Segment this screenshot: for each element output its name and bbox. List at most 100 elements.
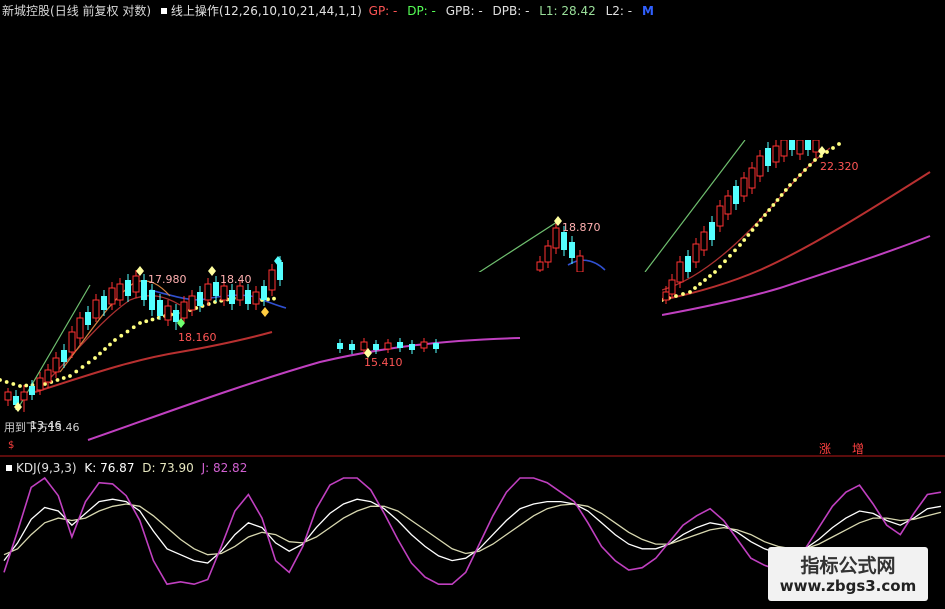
candle-body xyxy=(733,186,739,204)
ma-dot xyxy=(113,338,117,342)
l2-value: L2: - xyxy=(605,4,633,18)
ma-dot xyxy=(24,383,29,388)
ma-dot xyxy=(798,173,802,177)
candle-body xyxy=(125,280,131,296)
ma-dot xyxy=(144,319,149,324)
ma-dot xyxy=(55,378,60,382)
ma-dot xyxy=(779,193,784,197)
kdj-d-value: D: 73.90 xyxy=(142,461,194,475)
candle-body xyxy=(420,341,428,349)
candle-body xyxy=(433,343,439,349)
ma-dot xyxy=(723,259,727,264)
ma-dot xyxy=(837,142,841,146)
candle-body xyxy=(780,139,788,157)
ma-dot xyxy=(767,208,772,212)
ma-dot xyxy=(119,333,124,338)
ma-dot xyxy=(43,382,47,386)
ma-dot xyxy=(11,382,16,386)
candle-body xyxy=(373,344,379,350)
ma-dot xyxy=(831,146,835,150)
gp-value: GP: - xyxy=(368,4,398,18)
zeng-label: 增 xyxy=(852,442,865,456)
price-label-22320: 22.320 xyxy=(820,160,859,173)
candle-body xyxy=(796,139,804,155)
candle-body xyxy=(132,275,140,293)
candle-body xyxy=(20,391,28,401)
dp-value: DP: - xyxy=(407,4,436,18)
zhang-label: 涨 xyxy=(819,442,832,456)
ma-dot xyxy=(61,376,66,380)
kdj-dot-icon xyxy=(6,465,12,471)
ma-dot xyxy=(80,365,85,369)
candle-body xyxy=(349,344,355,350)
occlusion-top-right xyxy=(533,0,945,140)
candle-body xyxy=(204,283,212,301)
candle-body xyxy=(748,167,756,189)
candle-body xyxy=(662,291,670,301)
price-label-1346: 13.46 xyxy=(30,419,62,432)
period-label: (日线 前复权 对数) xyxy=(50,4,152,18)
candle-body xyxy=(724,195,732,215)
candle-body xyxy=(92,299,100,319)
candle-body xyxy=(384,342,392,350)
indicator-params: (12,26,10,10,21,44,1,1) xyxy=(218,4,362,18)
price-label-18870: 18.870 xyxy=(562,221,601,234)
price-label-18160: 18.160 xyxy=(178,331,217,344)
candle-body xyxy=(569,242,575,258)
candle-body xyxy=(85,312,91,325)
candle-body xyxy=(561,232,567,250)
candle-body xyxy=(101,296,107,310)
candle-body xyxy=(397,342,403,348)
ma-dot xyxy=(108,342,112,347)
candle-body xyxy=(220,285,228,301)
ma-dot xyxy=(674,294,678,298)
ma-dot xyxy=(86,360,91,365)
ma-dot xyxy=(708,274,712,278)
candle-body xyxy=(765,148,771,166)
candle-body xyxy=(76,317,84,339)
indicator-dot-icon xyxy=(160,8,167,14)
ma-dot xyxy=(813,158,817,162)
candle-body xyxy=(245,290,251,304)
candle-body xyxy=(252,291,260,305)
ma-dot xyxy=(4,380,9,384)
candle-body xyxy=(337,343,343,349)
candle-body xyxy=(197,292,203,306)
small-mark: $ xyxy=(8,440,15,451)
candle-body xyxy=(552,227,560,249)
candle-body xyxy=(536,261,544,271)
candle-body xyxy=(164,305,172,321)
ma-dot xyxy=(742,238,747,242)
ma-dot xyxy=(775,198,780,202)
m-icon[interactable]: M xyxy=(642,4,654,18)
candle-body xyxy=(108,287,116,305)
header-bar: 新城控股(日线 前复权 对数) 线上操作(12,26,10,10,21,44,1… xyxy=(2,4,654,18)
candle-body xyxy=(236,285,244,301)
price-label-17980: 17.980 xyxy=(148,273,187,286)
ma-dot xyxy=(18,384,22,388)
candle-body xyxy=(716,205,724,227)
candle-body xyxy=(709,222,715,240)
occlusion-middle xyxy=(288,272,662,334)
candle-body xyxy=(685,256,691,272)
candle-body xyxy=(173,310,179,322)
ma-dot xyxy=(738,243,742,247)
ma-dot xyxy=(688,290,692,294)
candle-body xyxy=(157,300,163,316)
ma-dot xyxy=(681,292,685,296)
candle-body xyxy=(180,301,188,319)
ma-dot xyxy=(763,213,767,217)
kdj-title: KDJ(9,3,3) xyxy=(16,461,77,475)
price-label-1840: 18.40 xyxy=(220,273,252,286)
candle-body xyxy=(668,279,676,295)
candle-body xyxy=(188,295,196,311)
candle-body xyxy=(141,280,147,300)
ma-dot xyxy=(754,223,759,227)
kdj-j-value: J: 82.82 xyxy=(201,461,248,475)
ma-dot xyxy=(788,183,792,187)
ma-dot xyxy=(733,248,737,253)
candle-body xyxy=(676,261,684,283)
ma-dot xyxy=(750,228,755,232)
ma-dot xyxy=(98,351,102,356)
ma-dot xyxy=(206,302,211,306)
